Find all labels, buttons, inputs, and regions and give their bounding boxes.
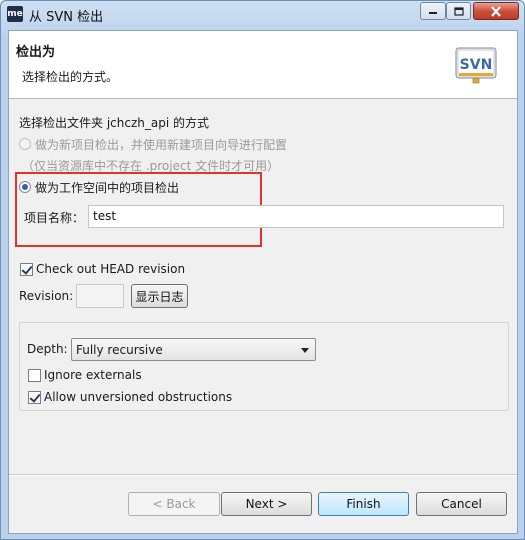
- back-button[interactable]: < Back: [128, 492, 220, 516]
- finish-button[interactable]: Finish: [318, 492, 409, 516]
- allow-unversioned-label: Allow unversioned obstructions: [44, 390, 233, 404]
- checkout-head-label: Check out HEAD revision: [36, 262, 186, 276]
- page-title: 检出为: [16, 45, 56, 60]
- page-description: 选择检出的方式。: [22, 70, 119, 84]
- revision-input[interactable]: [76, 284, 124, 308]
- app-icon: me: [7, 6, 23, 22]
- maximize-button[interactable]: [446, 2, 471, 20]
- project-name-label: 项目名称：: [24, 211, 85, 225]
- show-log-button[interactable]: 显示日志: [131, 284, 188, 308]
- ignore-externals-label: Ignore externals: [44, 368, 142, 382]
- minimize-icon: [429, 12, 437, 14]
- svn-logo-text: SVN: [460, 57, 493, 73]
- dialog-window: me 从 SVN 检出 检出为 选择检出的方式。 SVN 选择检出文件夹 jch…: [0, 0, 525, 540]
- ignore-externals-checkbox[interactable]: [28, 369, 41, 382]
- checkout-method-label: 选择检出文件夹 jchczh_api 的方式: [19, 116, 209, 130]
- radio-workspace-project-label: 做为工作空间中的项目检出: [35, 181, 180, 195]
- title-bar[interactable]: me 从 SVN 检出: [1, 1, 524, 27]
- radio-workspace-project[interactable]: [19, 181, 31, 193]
- radio-new-project[interactable]: [19, 138, 31, 150]
- dialog-client-area: 检出为 选择检出的方式。 SVN 选择检出文件夹 jchczh_api 的方式 …: [8, 30, 518, 534]
- minimize-button[interactable]: [420, 2, 446, 20]
- wizard-header: 检出为 选择检出的方式。 SVN: [9, 31, 517, 99]
- revision-label: Revision:: [19, 289, 74, 303]
- allow-unversioned-checkbox[interactable]: [28, 391, 41, 404]
- next-button[interactable]: Next >: [221, 492, 312, 516]
- window-title: 从 SVN 检出: [29, 10, 104, 25]
- close-icon: [491, 5, 501, 17]
- svn-logo: SVN: [455, 47, 497, 84]
- radio-new-project-label: 做为新项目检出，并使用新建项目向导进行配置: [35, 138, 288, 152]
- depth-select-value: Fully recursive: [76, 343, 163, 357]
- depth-select[interactable]: Fully recursive: [71, 338, 316, 361]
- maximize-icon: [453, 6, 464, 16]
- cancel-button[interactable]: Cancel: [416, 492, 507, 516]
- project-name-input[interactable]: test: [88, 205, 504, 228]
- button-bar-separator: [9, 474, 517, 476]
- checkout-head-checkbox[interactable]: [20, 263, 33, 276]
- depth-label: Depth:: [27, 342, 68, 356]
- chevron-down-icon: [301, 348, 309, 353]
- close-button[interactable]: [473, 2, 519, 20]
